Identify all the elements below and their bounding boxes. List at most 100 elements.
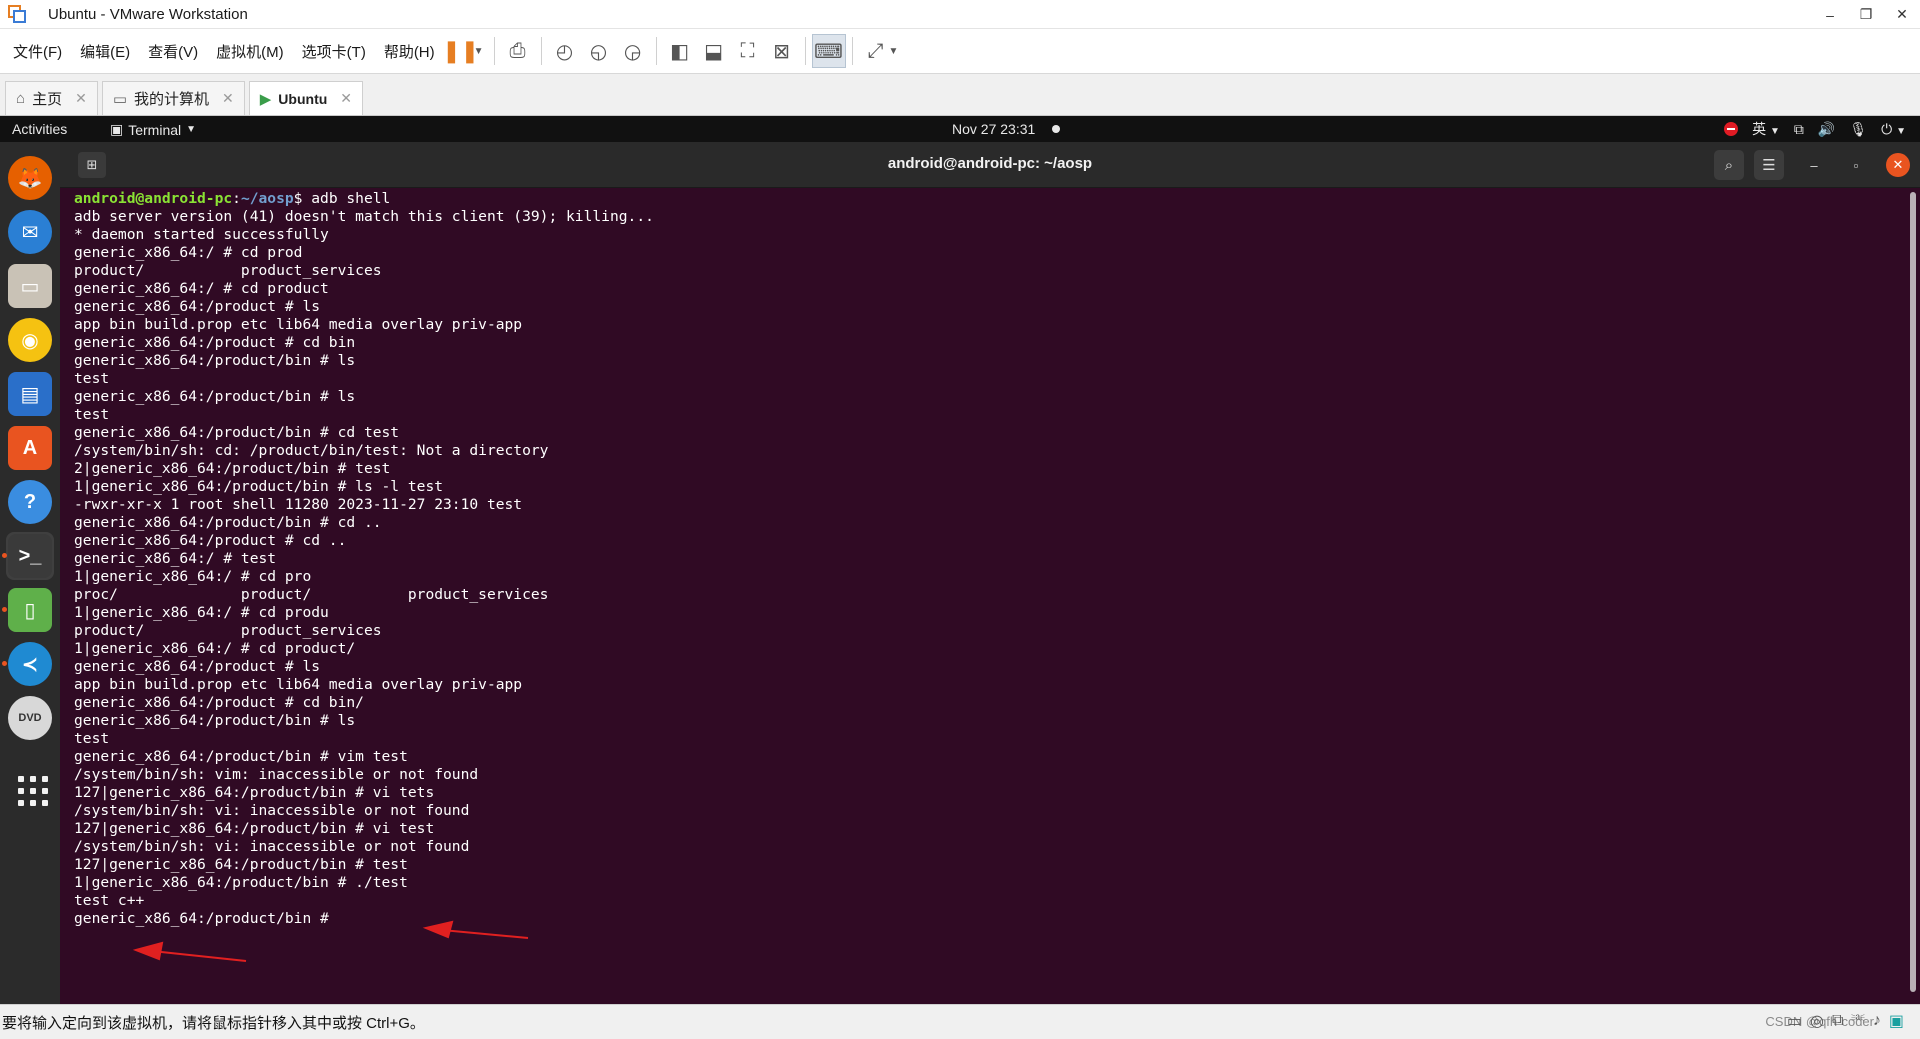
- menu-toolbar: 文件(F) 编辑(E) 查看(V) 虚拟机(M) 选项卡(T) 帮助(H) ❚❚…: [0, 29, 1920, 74]
- status-message: 要将输入定向到该虚拟机，请将鼠标指针移入其中或按 Ctrl+G。: [2, 1015, 425, 1032]
- menu-file[interactable]: 文件(F): [4, 29, 71, 74]
- toolbar-separator: [493, 37, 495, 65]
- pause-icon[interactable]: ❚❚: [442, 34, 479, 68]
- home-icon: ⌂: [16, 90, 26, 107]
- dock-help-icon[interactable]: ?: [6, 478, 54, 526]
- revert-snapshot-icon[interactable]: ◵: [582, 34, 616, 68]
- restore-button[interactable]: ❐: [1848, 0, 1884, 29]
- dock-android-emulator-icon[interactable]: ▯: [2, 586, 54, 634]
- menu-vm[interactable]: 虚拟机(M): [207, 29, 293, 74]
- search-icon[interactable]: ⌕: [1714, 150, 1744, 180]
- minimize-icon[interactable]: –: [1802, 153, 1826, 177]
- network-adapter-icon[interactable]: ⧉: [1832, 1012, 1843, 1030]
- app-menu-label: Terminal: [128, 121, 182, 138]
- pause-dropdown-icon[interactable]: ▼: [474, 46, 484, 57]
- do-not-disturb-icon[interactable]: [1724, 122, 1739, 136]
- hamburger-menu-icon[interactable]: ☰: [1754, 150, 1784, 180]
- tab-ubuntu[interactable]: ▶ Ubuntu ✕: [248, 81, 364, 115]
- close-icon[interactable]: ✕: [1886, 153, 1910, 177]
- computer-icon: ▭: [112, 90, 127, 108]
- power-icon[interactable]: ⏻ ▼: [1881, 121, 1906, 138]
- close-icon[interactable]: ✕: [75, 90, 87, 107]
- annotation-arrowhead: [422, 920, 454, 939]
- toolbar-separator: [655, 37, 657, 65]
- terminal-buttons: ⌕ ☰ – ▫ ✕: [1714, 150, 1910, 180]
- unity-icon[interactable]: ⊠: [765, 34, 799, 68]
- vmware-logo-icon: [8, 5, 26, 23]
- toolbar-separator: [540, 37, 542, 65]
- stretch-icon[interactable]: ⤢: [859, 34, 893, 68]
- clock[interactable]: Nov 27 23:31: [952, 121, 1035, 137]
- app-menu[interactable]: ▣ Terminal ▼: [110, 121, 196, 138]
- volume-icon[interactable]: 🔊: [1818, 121, 1835, 138]
- dock-vscode-icon[interactable]: ≺: [2, 640, 54, 688]
- usb-icon[interactable]: ⎃: [1851, 1012, 1864, 1030]
- window-title: Ubuntu - VMware Workstation: [48, 5, 248, 23]
- input-method-label: 英: [1752, 121, 1767, 137]
- terminal-small-icon: ▣: [110, 121, 124, 137]
- input-method[interactable]: 英 ▼: [1752, 119, 1780, 139]
- dock-dvd-icon[interactable]: DVD: [6, 694, 54, 742]
- annotation-arrows: [132, 920, 529, 962]
- menu-view[interactable]: 查看(V): [139, 29, 207, 74]
- scrollbar[interactable]: [1910, 192, 1916, 992]
- snapshot-manager-icon[interactable]: ◶: [616, 34, 650, 68]
- dock-firefox-icon[interactable]: 🦊: [6, 154, 54, 202]
- notification-dot-icon: [1052, 125, 1060, 133]
- close-icon[interactable]: ✕: [222, 90, 234, 107]
- vmware-status-bar: 要将输入定向到该虚拟机，请将鼠标指针移入其中或按 Ctrl+G。 CSDN @q…: [0, 1004, 1920, 1039]
- thunderbird-glyph: ✉: [8, 210, 52, 254]
- window-controls: – ❐ ✕: [1812, 0, 1920, 29]
- vscode-glyph: ≺: [8, 642, 52, 686]
- dock-rhythmbox-icon[interactable]: ◉: [6, 316, 54, 364]
- tab-my-computer[interactable]: ▭ 我的计算机 ✕: [101, 81, 245, 115]
- dock-libreoffice-writer-icon[interactable]: ▤: [6, 370, 54, 418]
- full-screen-icon[interactable]: ⛶: [731, 34, 765, 68]
- network-icon[interactable]: ⧉: [1794, 121, 1804, 138]
- activities-button[interactable]: Activities: [12, 121, 67, 137]
- close-button[interactable]: ✕: [1884, 0, 1920, 29]
- dvd-glyph: DVD: [8, 696, 52, 740]
- maximize-icon[interactable]: ▫: [1844, 153, 1868, 177]
- dock-files-icon[interactable]: ▭: [6, 262, 54, 310]
- show-apps-icon[interactable]: [18, 776, 48, 806]
- menu-edit[interactable]: 编辑(E): [71, 29, 139, 74]
- menu-tabs[interactable]: 选项卡(T): [293, 29, 375, 74]
- system-indicators[interactable]: 英 ▼ ⧉ 🔊 🎙 ⏻ ▼: [1724, 119, 1906, 139]
- minimize-button[interactable]: –: [1812, 0, 1848, 29]
- files-glyph: ▭: [8, 264, 52, 308]
- terminal-title: android@android-pc: ~/aosp: [887, 155, 1093, 172]
- library-icon[interactable]: ◧: [663, 34, 697, 68]
- dock-thunderbird-icon[interactable]: ✉: [6, 208, 54, 256]
- microphone-icon[interactable]: 🎙: [1849, 121, 1867, 138]
- close-icon[interactable]: ✕: [340, 90, 352, 107]
- cd-icon[interactable]: ◎: [1810, 1011, 1824, 1031]
- menu-help[interactable]: 帮助(H): [375, 29, 444, 74]
- tab-label: 主页: [32, 91, 63, 108]
- guest-display[interactable]: Activities ▣ Terminal ▼ Nov 27 23:31 英 ▼…: [0, 116, 1920, 1004]
- tab-home[interactable]: ⌂ 主页 ✕: [5, 81, 98, 115]
- display-icon[interactable]: ▣: [1889, 1011, 1904, 1031]
- stretch-dropdown-icon[interactable]: ▼: [889, 46, 899, 57]
- vm-tab-bar: ⌂ 主页 ✕ ▭ 我的计算机 ✕ ▶ Ubuntu ✕: [0, 75, 1920, 116]
- snapshot-icon[interactable]: ◴: [548, 34, 582, 68]
- ubuntu-top-bar: Activities ▣ Terminal ▼ Nov 27 23:31 英 ▼…: [0, 116, 1920, 142]
- hard-disk-icon[interactable]: ▭: [1787, 1011, 1802, 1031]
- sound-card-icon[interactable]: ♪: [1873, 1012, 1881, 1030]
- dock-terminal-icon[interactable]: >_: [2, 532, 54, 580]
- annotation-arrow-line: [441, 929, 529, 939]
- send-ctrl-alt-del-icon[interactable]: ⎙: [501, 34, 535, 68]
- chevron-down-icon: ▼: [1770, 126, 1780, 137]
- toolbar-separator: [851, 37, 853, 65]
- rhythmbox-glyph: ◉: [8, 318, 52, 362]
- chevron-down-icon: ▼: [186, 124, 197, 135]
- tab-label: Ubuntu: [278, 90, 328, 107]
- dock-ubuntu-software-icon[interactable]: A: [6, 424, 54, 472]
- android-emulator-glyph: ▯: [8, 588, 52, 632]
- libreoffice-writer-glyph: ▤: [8, 372, 52, 416]
- thumbnail-bar-icon[interactable]: ⬓: [697, 34, 731, 68]
- tab-label: 我的计算机: [134, 91, 210, 108]
- terminal-headerbar: ⊞ android@android-pc: ~/aosp ⌕ ☰ – ▫ ✕: [60, 142, 1920, 188]
- terminal-content[interactable]: android@android-pc:~/aosp$ adb shell adb…: [60, 188, 1920, 1004]
- console-view-icon[interactable]: ⌨: [811, 34, 846, 68]
